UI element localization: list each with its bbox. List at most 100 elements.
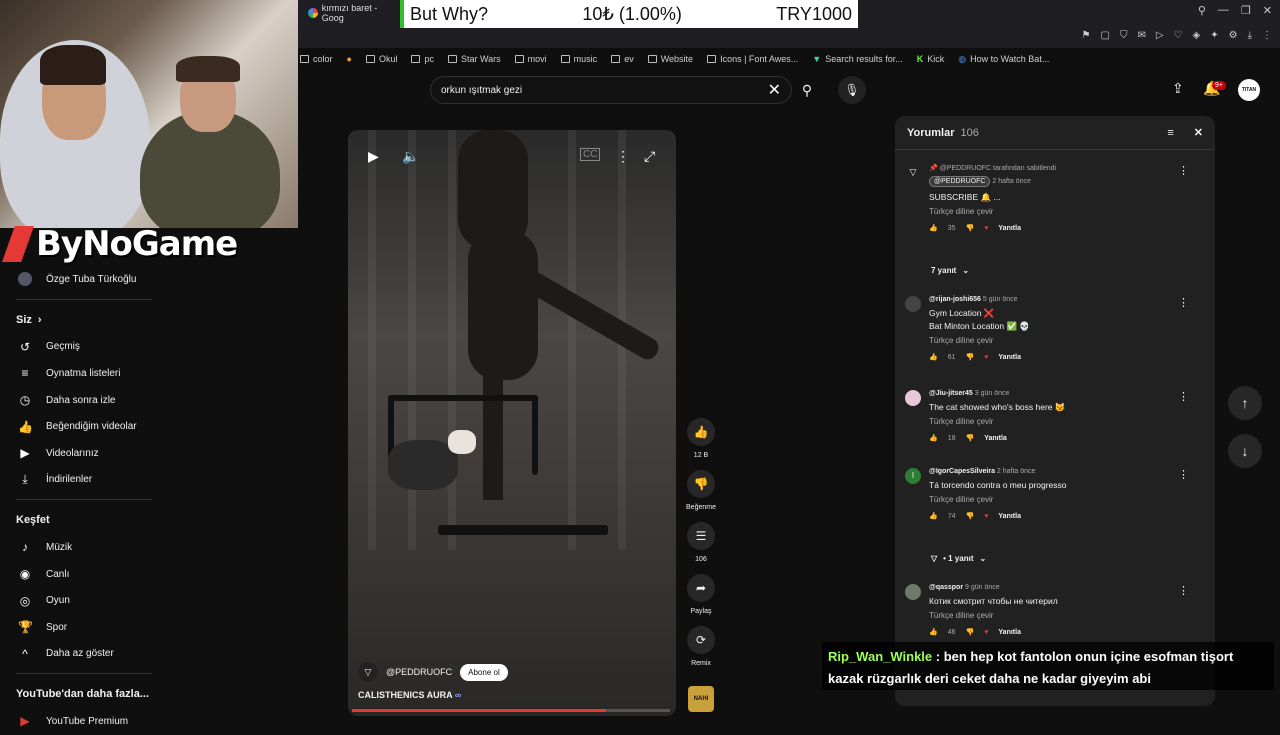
fullscreen-icon[interactable]: ⤢ xyxy=(644,148,655,165)
sidebar-item-subscription[interactable]: Özge Tuba Türkoğlu xyxy=(0,266,168,293)
bookmark-item[interactable]: K Kick xyxy=(917,54,945,64)
sidebar-you-heading[interactable]: Siz › xyxy=(0,306,168,334)
comment-author[interactable]: @qasspor xyxy=(929,584,963,591)
bookmark-item[interactable]: music xyxy=(560,54,597,64)
sidebar-item-downloads[interactable]: ⤓ İndirilenler xyxy=(0,467,168,494)
sidebar-item-liked[interactable]: 👍 Beğendiğim videolar xyxy=(0,413,168,440)
channel-avatar[interactable]: ▽ xyxy=(358,662,378,682)
dislike-icon[interactable]: 👎 xyxy=(966,434,975,442)
avatar[interactable] xyxy=(905,296,921,312)
translate-link[interactable]: Türkçe diline çevir xyxy=(929,495,1179,504)
like-icon[interactable]: 👍 xyxy=(929,434,938,442)
search-button[interactable]: ⚲ xyxy=(792,76,822,104)
more-options-icon[interactable]: ⋮ xyxy=(1178,296,1189,309)
captions-icon[interactable]: CC xyxy=(580,148,601,161)
translate-link[interactable]: Türkçe diline çevir xyxy=(929,417,1179,426)
bookmark-item[interactable]: color xyxy=(300,54,333,64)
more-options-icon[interactable]: ⋮ xyxy=(1178,468,1189,481)
close-icon[interactable]: ✕ xyxy=(1194,126,1203,139)
translate-link[interactable]: Türkçe diline çevir xyxy=(929,207,1179,216)
pin-icon[interactable]: ⚑ xyxy=(1082,30,1091,41)
like-action[interactable]: 👍 12 B xyxy=(684,418,718,459)
sidebar-item-show-less[interactable]: ^ Daha az göster xyxy=(0,641,168,668)
sidebar-item-sports[interactable]: 🏆 Spor xyxy=(0,614,168,641)
upload-icon[interactable]: ⇪ xyxy=(1172,80,1184,97)
comment-author[interactable]: @Jiu-jitser45 xyxy=(929,390,973,397)
reply-button[interactable]: Yanıtla xyxy=(998,513,1021,520)
comment-author[interactable]: @PEDDRUOFC xyxy=(929,176,991,187)
dislike-action[interactable]: 👎 Beğenme xyxy=(684,470,718,511)
next-video-button[interactable]: ↓ xyxy=(1228,434,1262,468)
like-icon[interactable]: 👍 xyxy=(929,512,938,520)
dislike-icon[interactable]: 👎 xyxy=(966,224,975,232)
shorts-video-player[interactable]: ▶ 🔈 CC ⋮ ⤢ ▽ @PEDDRUOFC Abone ol CALISTH… xyxy=(348,130,676,716)
dislike-icon[interactable]: 👎 xyxy=(966,353,975,361)
reply-button[interactable]: Yanıtla xyxy=(998,629,1021,636)
sidebar-item-watch-later[interactable]: ◷ Daha sonra izle xyxy=(0,387,168,414)
reply-button[interactable]: Yanıtla xyxy=(998,225,1021,232)
share-action[interactable]: ➦ Paylaş xyxy=(684,574,718,615)
avatar[interactable] xyxy=(905,584,921,600)
shield-icon[interactable]: ⛉ xyxy=(1120,30,1128,41)
more-options-icon[interactable]: ⋮ xyxy=(1178,584,1189,597)
bookmark-item[interactable]: ◍ How to Watch Bat... xyxy=(958,54,1049,65)
play-icon[interactable]: ▶ xyxy=(368,148,379,165)
screenshot-icon[interactable]: ▢ xyxy=(1101,30,1110,41)
more-options-icon[interactable]: ⋮ xyxy=(616,148,630,165)
sidebar-item-live[interactable]: ◉ Canlı xyxy=(0,561,168,588)
like-icon[interactable]: 👍 xyxy=(929,224,938,232)
browser-tab[interactable]: kırmızı baret - Goog xyxy=(300,2,400,24)
bookmark-item[interactable]: Icons | Font Awes... xyxy=(707,54,798,64)
reply-button[interactable]: Yanıtla xyxy=(998,354,1021,361)
more-options-icon[interactable]: ⋮ xyxy=(1178,164,1189,177)
extension-icon[interactable]: ◈ xyxy=(1193,30,1201,41)
sidebar-item-music[interactable]: ♪ Müzik xyxy=(0,534,168,561)
comment-author[interactable]: @rijan-joshi656 xyxy=(929,296,981,303)
channel-name[interactable]: @PEDDRUOFC xyxy=(386,667,452,677)
dislike-icon[interactable]: 👎 xyxy=(966,512,975,520)
gear-icon[interactable]: ⚙ xyxy=(1229,30,1238,41)
play-icon[interactable]: ▷ xyxy=(1156,30,1164,41)
sidebar-item-gaming[interactable]: ◎ Oyun xyxy=(0,587,168,614)
bookmark-item[interactable]: ● xyxy=(347,54,352,64)
comments-action[interactable]: ☰ 106 xyxy=(684,522,718,563)
minimize-icon[interactable]: — xyxy=(1218,4,1229,17)
bookmark-item[interactable]: Star Wars xyxy=(447,54,501,64)
avatar[interactable] xyxy=(905,390,921,406)
comment-icon[interactable]: ☰ xyxy=(687,522,715,550)
comment-author[interactable]: @IgorCapesSilveira xyxy=(929,468,995,475)
close-icon[interactable]: ✕ xyxy=(1263,4,1272,17)
bookmark-item[interactable]: ▼ Search results for... xyxy=(812,54,902,64)
bookmark-item[interactable]: ev xyxy=(611,54,634,64)
sidebar-item-your-videos[interactable]: ▶ Videolarınız xyxy=(0,440,168,467)
puzzle-icon[interactable]: ✦ xyxy=(1210,30,1218,41)
dislike-icon[interactable]: 👎 xyxy=(687,470,715,498)
search-box[interactable]: orkun ışıtmak gezi ✕ xyxy=(430,76,792,104)
voice-search-button[interactable]: 🎙 xyxy=(838,76,866,104)
bookmark-item[interactable]: Okul xyxy=(365,54,397,64)
replies-toggle[interactable]: ▽ • 1 yanıt ⌄ xyxy=(931,554,986,563)
sidebar-item-history[interactable]: ↺ Geçmiş xyxy=(0,334,168,361)
more-options-icon[interactable]: ⋮ xyxy=(1178,390,1189,403)
avatar[interactable]: ▽ xyxy=(905,164,921,180)
remix-action[interactable]: ⟳ Remix xyxy=(684,626,718,667)
search-icon[interactable]: ⚲ xyxy=(1198,4,1206,17)
sidebar-item-premium[interactable]: ▶ YouTube Premium xyxy=(0,708,168,735)
download-icon[interactable]: ⤓ xyxy=(1248,30,1252,41)
previous-video-button[interactable]: ↑ xyxy=(1228,386,1262,420)
avatar[interactable]: I xyxy=(905,468,921,484)
share-icon[interactable]: ➦ xyxy=(687,574,715,602)
bookmark-item[interactable]: Website xyxy=(647,54,693,64)
clear-search-icon[interactable]: ✕ xyxy=(768,80,781,100)
translate-link[interactable]: Türkçe diline çevir xyxy=(929,336,1179,345)
audio-thumbnail[interactable]: NAHI xyxy=(688,686,714,712)
subscribe-button[interactable]: Abone ol xyxy=(460,663,508,681)
like-icon[interactable]: 👍 xyxy=(929,628,938,636)
heart-icon[interactable]: ♡ xyxy=(1174,30,1183,41)
search-input[interactable]: orkun ışıtmak gezi xyxy=(441,85,768,96)
bookmark-item[interactable]: pc xyxy=(411,54,434,64)
account-avatar[interactable]: TITAN xyxy=(1238,79,1260,101)
translate-link[interactable]: Türkçe diline çevir xyxy=(929,611,1179,620)
like-icon[interactable]: 👍 xyxy=(687,418,715,446)
replies-toggle[interactable]: 7 yanıt ⌄ xyxy=(931,266,969,275)
